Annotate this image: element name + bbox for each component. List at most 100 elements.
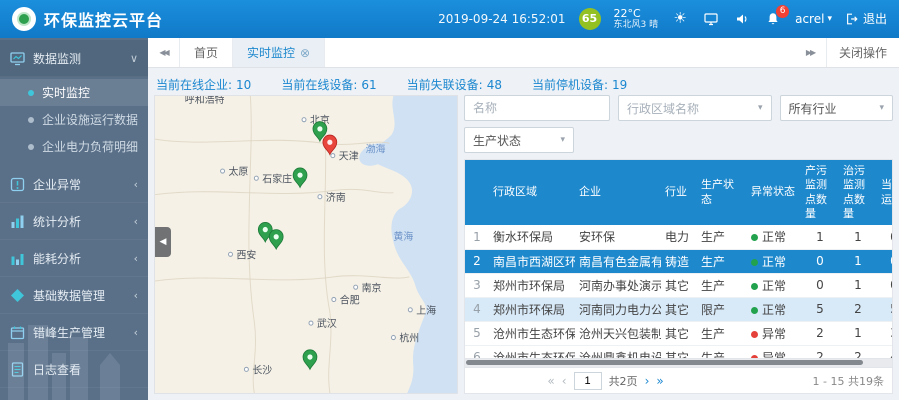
chevron-down-icon: ∨: [130, 52, 138, 65]
status-dot: [751, 331, 758, 338]
city-label: 南京: [362, 281, 382, 294]
close-tab-icon[interactable]: ⊗: [300, 46, 310, 60]
table-row-selected[interactable]: 2 南昌市西湖区环 南昌有色金属有 铸造 生产 正常 0 1 0: [465, 249, 893, 273]
status-dot: [751, 259, 758, 266]
stat-stopped-devices: 当前停机设备:19: [532, 76, 627, 93]
enterprise-table: 行政区域 企业 行业 生产状态 异常状态 产污监测点数量 治污监测点数量 当前运…: [464, 159, 893, 359]
chevron-left-icon: ‹: [134, 215, 138, 228]
sidebar-item-label: 基础数据管理: [33, 287, 105, 304]
industry-select[interactable]: 所有行业 ▾: [780, 95, 893, 121]
prev-page-icon[interactable]: ‹: [562, 374, 567, 388]
sidebar-subitem-power-load-detail[interactable]: 企业电力负荷明细: [0, 133, 148, 160]
chevron-left-icon: ‹: [134, 289, 138, 302]
horizontal-scrollbar[interactable]: [464, 359, 893, 368]
weather-info: 22°C 东北风3 晴: [614, 8, 659, 31]
sidebar-item-energy-analysis[interactable]: 能耗分析 ‹: [0, 240, 148, 277]
page-number-input[interactable]: [574, 372, 602, 390]
col-prod-status: 生产状态: [697, 160, 747, 225]
user-menu[interactable]: acrel ▾: [795, 12, 832, 26]
speaker-icon[interactable]: [733, 10, 751, 28]
datetime: 2019-09-24 16:52:01: [438, 12, 565, 26]
name-input[interactable]: [473, 101, 601, 115]
sidebar-item-production-scheduling[interactable]: 错峰生产管理 ‹: [0, 314, 148, 351]
username: acrel: [795, 12, 824, 26]
bell-icon[interactable]: 6: [764, 10, 782, 28]
app-window: 环保监控云平台 2019-09-24 16:52:01 65 22°C 东北风3…: [0, 0, 899, 400]
col-pollution-points: 产污监测点数量: [801, 160, 839, 225]
sidebar-subitem-label: 企业电力负荷明细: [42, 138, 138, 155]
monitor-chart-icon: [10, 51, 25, 66]
bar-chart-icon: [10, 214, 25, 229]
wind-condition: 东北风3 晴: [614, 20, 659, 30]
city-label: 天津: [339, 151, 359, 163]
chevron-down-icon: ▾: [879, 103, 884, 113]
city-label: 上海: [416, 304, 436, 317]
sea-label: 渤海: [366, 142, 386, 155]
monitor-screen-icon[interactable]: [702, 10, 720, 28]
table-row[interactable]: 6 沧州市生态环保 沧州鼎鑫机电设 其它 生产 异常 2 2 4: [465, 345, 893, 359]
document-icon: [10, 362, 25, 377]
aqi-badge: 65: [579, 8, 601, 30]
china-map: 呼和浩特 北京 天津 太原 石家庄 济南 西安 南京 合肥 上海 武汉 杭州: [155, 96, 457, 393]
bullet-icon: [28, 144, 34, 150]
alert-square-icon: [10, 177, 25, 192]
sidebar-item-base-data[interactable]: 基础数据管理 ‹: [0, 277, 148, 314]
tabs-scroll-left-icon[interactable]: ◀◀: [148, 38, 180, 67]
table-row-highlighted[interactable]: 4 郑州市环保局 河南同力电力公 其它 限产 正常 5 2 5: [465, 297, 893, 321]
app-logo-icon: [12, 7, 36, 31]
top-header: 环保监控云平台 2019-09-24 16:52:01 65 22°C 东北风3…: [0, 0, 899, 38]
chevron-left-icon: ‹: [134, 252, 138, 265]
table-row[interactable]: 1 衡水环保局 安环保 电力 生产 正常 1 1 0: [465, 225, 893, 249]
col-abnormal-status: 异常状态: [747, 160, 801, 225]
tabs-scroll-right-icon[interactable]: ▶▶: [794, 38, 826, 67]
sidebar-item-data-monitoring[interactable]: 数据监测 ∨: [0, 40, 148, 77]
last-page-icon[interactable]: »: [656, 374, 663, 388]
stat-lost-devices: 当前失联设备:48: [407, 76, 502, 93]
scrollbar-thumb[interactable]: [466, 360, 863, 365]
col-current-running: 当前运行: [877, 160, 893, 225]
col-industry: 行业: [661, 160, 697, 225]
city-label: 长沙: [252, 364, 272, 376]
region-select[interactable]: 行政区域名称 ▾: [618, 95, 772, 121]
logout-button[interactable]: 退出: [845, 10, 887, 27]
calendar-icon: [10, 325, 25, 340]
table-row[interactable]: 3 郑州市环保局 河南办事处演示 其它 生产 正常 0 1 0: [465, 273, 893, 297]
filter-row-2: 生产状态 ▾: [464, 127, 893, 153]
city-label: 济南: [326, 191, 346, 204]
city-label: 太原: [229, 165, 249, 178]
stat-online-enterprises: 当前在线企业:10: [156, 76, 251, 93]
stat-online-devices: 当前在线设备:61: [281, 76, 376, 93]
diamond-icon: [10, 288, 25, 303]
sidebar: 数据监测 ∨ 实时监控 企业设施运行数据 企业电力负荷明细: [0, 38, 148, 400]
sidebar-item-enterprise-abnormal[interactable]: 企业异常 ‹: [0, 166, 148, 203]
city-label: 武汉: [317, 317, 337, 330]
table-row[interactable]: 5 沧州市生态环保 沧州天兴包装制 其它 生产 异常 2 1 3: [465, 321, 893, 345]
city-label: 杭州: [399, 331, 419, 344]
sidebar-item-statistics[interactable]: 统计分析 ‹: [0, 203, 148, 240]
record-range-label: 1 - 15 共19条: [813, 373, 884, 389]
status-dot: [751, 307, 758, 314]
chevron-left-icon: ‹: [134, 326, 138, 339]
sun-icon: ☀: [671, 10, 689, 28]
sidebar-subitem-label: 企业设施运行数据: [42, 111, 138, 128]
sidebar-item-label: 企业异常: [33, 176, 81, 193]
app-title: 环保监控云平台: [44, 7, 163, 31]
production-status-select[interactable]: 生产状态 ▾: [464, 127, 574, 153]
close-operations-button[interactable]: 关闭操作: [826, 38, 899, 67]
city-label: 合肥: [340, 293, 360, 306]
sidebar-subitem-facility-data[interactable]: 企业设施运行数据: [0, 106, 148, 133]
col-region: 行政区域: [489, 160, 575, 225]
bullet-icon: [28, 117, 34, 123]
tab-realtime-monitoring[interactable]: 实时监控 ⊗: [233, 38, 325, 67]
sidebar-item-log-view[interactable]: 日志查看: [0, 351, 148, 388]
sidebar-subitem-realtime-monitoring[interactable]: 实时监控: [0, 79, 148, 106]
first-page-icon[interactable]: «: [547, 374, 554, 388]
map-collapse-button[interactable]: ◀: [155, 227, 171, 257]
bullet-icon: [28, 90, 34, 96]
tab-home[interactable]: 首页: [180, 38, 233, 67]
next-page-icon[interactable]: ›: [645, 374, 650, 388]
sidebar-item-label: 日志查看: [33, 361, 81, 378]
name-input-field: [464, 95, 610, 121]
col-company: 企业: [575, 160, 661, 225]
map-panel[interactable]: 呼和浩特 北京 天津 太原 石家庄 济南 西安 南京 合肥 上海 武汉 杭州: [154, 95, 458, 394]
